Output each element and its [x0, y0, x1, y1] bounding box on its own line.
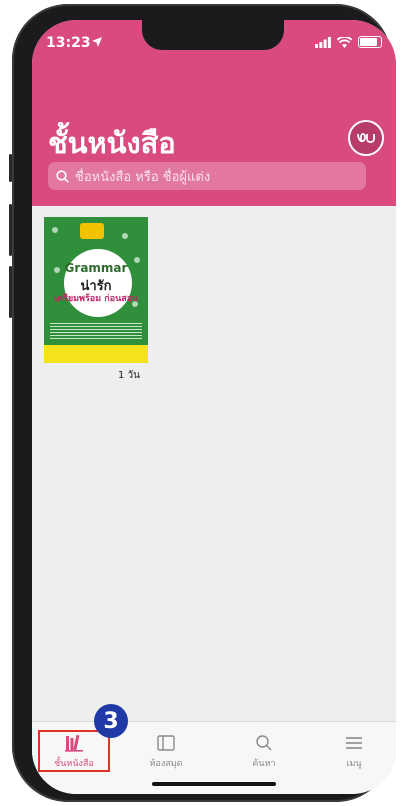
tab-menu-label: เมนู [346, 759, 362, 769]
book-cover[interactable]: Grammar น่ารัก เตรียมพร้อม ก่อนสอบ [44, 217, 148, 363]
phone-frame: 13:23 ชั้นหนังสือ ชื่อหนังสือ หรือ ชื่อผ… [9, 4, 396, 802]
signal-icon [315, 36, 331, 48]
tab-search[interactable]: ค้นหา [226, 734, 302, 776]
menu-icon [346, 737, 362, 749]
cover-text-lines [50, 323, 142, 339]
tab-menu[interactable]: เมนู [316, 734, 392, 776]
search-input[interactable]: ชื่อหนังสือ หรือ ชื่อผู้แต่ง [48, 162, 366, 190]
volume-up-button [9, 204, 12, 256]
mute-switch [9, 154, 12, 182]
home-indicator[interactable] [152, 782, 276, 786]
app-screen: 13:23 ชั้นหนังสือ ชื่อหนังสือ หรือ ชื่อผ… [32, 20, 396, 794]
publisher-badge [80, 223, 104, 239]
cover-title-line1: Grammar [64, 261, 128, 275]
tab-bookshelf-label: ชั้นหนังสือ [54, 759, 94, 769]
wifi-icon [337, 36, 352, 48]
tab-library-label: ห้องสมุด [149, 759, 183, 769]
location-arrow-icon [92, 37, 102, 47]
tab-search-label: ค้นหา [252, 759, 276, 769]
tab-bookshelf[interactable]: ชั้นหนังสือ [36, 734, 112, 776]
notch [142, 20, 284, 50]
logo-icon [357, 133, 375, 143]
status-bar: 13:23 [32, 20, 396, 64]
tab-library[interactable]: ห้องสมุด [128, 734, 204, 776]
library-icon [157, 735, 175, 751]
search-icon [256, 735, 272, 751]
battery-icon [358, 36, 382, 48]
volume-down-button [9, 266, 12, 318]
search-icon [56, 169, 69, 183]
status-time: 13:23 [46, 35, 91, 51]
bookshelf-icon [65, 734, 83, 752]
status-icons [315, 36, 382, 48]
search-placeholder: ชื่อหนังสือ หรือ ชื่อผู้แต่ง [75, 169, 211, 185]
cover-title-line3: เตรียมพร้อม ก่อนสอบ [54, 294, 138, 304]
loan-remaining-label: 1 วัน [118, 370, 140, 381]
tab-bar: 3 ชั้นหนังสือ ห้องสมุด ค้นหา เมนู [32, 704, 396, 794]
step-number-badge: 3 [94, 704, 128, 738]
page-title: ชั้นหนังสือ [48, 126, 176, 160]
app-header: 13:23 ชั้นหนังสือ ชื่อหนังสือ หรือ ชื่อผ… [32, 20, 396, 206]
cover-yellow-strip [44, 345, 148, 363]
profile-button[interactable] [348, 120, 384, 156]
